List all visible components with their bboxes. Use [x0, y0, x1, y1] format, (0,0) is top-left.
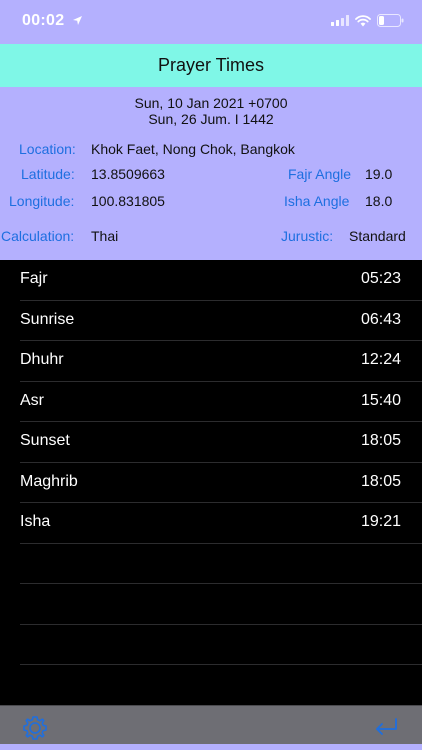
gear-icon[interactable]	[21, 714, 49, 742]
latitude-label: Latitude:	[21, 166, 75, 182]
gregorian-date: Sun, 10 Jan 2021 +0700	[134, 95, 288, 111]
prayer-times-list: Fajr 05:23 Sunrise 06:43 Dhuhr 12:24 Asr…	[0, 260, 422, 705]
isha-angle-label: Isha Angle	[284, 193, 350, 209]
prayer-row-isha[interactable]: Isha 19:21	[20, 503, 422, 544]
battery-icon	[377, 14, 404, 27]
prayer-time: 06:43	[360, 310, 401, 328]
status-bar: 00:02	[0, 0, 422, 44]
isha-angle-value: 18.0	[365, 193, 393, 209]
empty-row	[20, 544, 422, 584]
empty-row	[20, 584, 422, 625]
juristic-label: Jurustic:	[281, 228, 334, 244]
empty-row	[20, 665, 422, 706]
prayer-row-sunrise[interactable]: Sunrise 06:43	[20, 301, 422, 341]
prayer-name: Sunrise	[20, 310, 75, 328]
empty-row	[20, 625, 422, 665]
title-bar: Prayer Times	[0, 44, 422, 87]
prayer-name: Asr	[20, 391, 44, 409]
prayer-name: Sunset	[20, 432, 70, 449]
prayer-time: 12:24	[360, 351, 401, 368]
prayer-time: 15:40	[360, 391, 401, 409]
longitude-label: Longitude:	[9, 193, 75, 209]
location-label: Location:	[19, 141, 76, 157]
prayer-time: 18:05	[360, 472, 401, 490]
calculation-label: Calculation:	[1, 228, 75, 244]
latitude-value: 13.8509663	[91, 166, 165, 182]
page-title: Prayer Times	[157, 55, 265, 75]
juristic-value: Standard	[349, 228, 406, 244]
bottom-toolbar	[0, 705, 422, 750]
return-arrow-icon[interactable]	[372, 714, 400, 742]
wifi-icon	[355, 14, 371, 26]
longitude-value: 100.831805	[91, 193, 165, 209]
calculation-value: Thai	[91, 228, 119, 244]
prayer-row-sunset[interactable]: Sunset 18:05	[20, 422, 422, 463]
fajr-angle-value: 19.0	[365, 166, 393, 182]
prayer-row-asr[interactable]: Asr 15:40	[20, 382, 422, 422]
prayer-time: 05:23	[360, 270, 401, 287]
prayer-time: 18:05	[360, 432, 401, 449]
status-time: 00:02	[22, 12, 65, 29]
hijri-date: Sun, 26 Jum. I 1442	[148, 111, 274, 127]
prayer-name: Maghrib	[20, 472, 78, 490]
fajr-angle-label: Fajr Angle	[288, 166, 352, 182]
location-arrow-icon	[73, 16, 82, 25]
home-indicator-strip	[0, 744, 422, 750]
prayer-name: Dhuhr	[20, 351, 64, 368]
info-panel: Sun, 10 Jan 2021 +0700 Sun, 26 Jum. I 14…	[0, 87, 422, 260]
status-indicators	[331, 14, 404, 27]
prayer-row-fajr[interactable]: Fajr 05:23	[20, 260, 422, 301]
prayer-time: 19:21	[360, 513, 401, 530]
prayer-row-dhuhr[interactable]: Dhuhr 12:24	[20, 341, 422, 382]
prayer-name: Isha	[20, 513, 51, 530]
cellular-signal-icon	[331, 15, 349, 26]
prayer-name: Fajr	[20, 270, 48, 287]
location-value: Khok Faet, Nong Chok, Bangkok	[91, 141, 295, 157]
prayer-row-maghrib[interactable]: Maghrib 18:05	[20, 463, 422, 503]
